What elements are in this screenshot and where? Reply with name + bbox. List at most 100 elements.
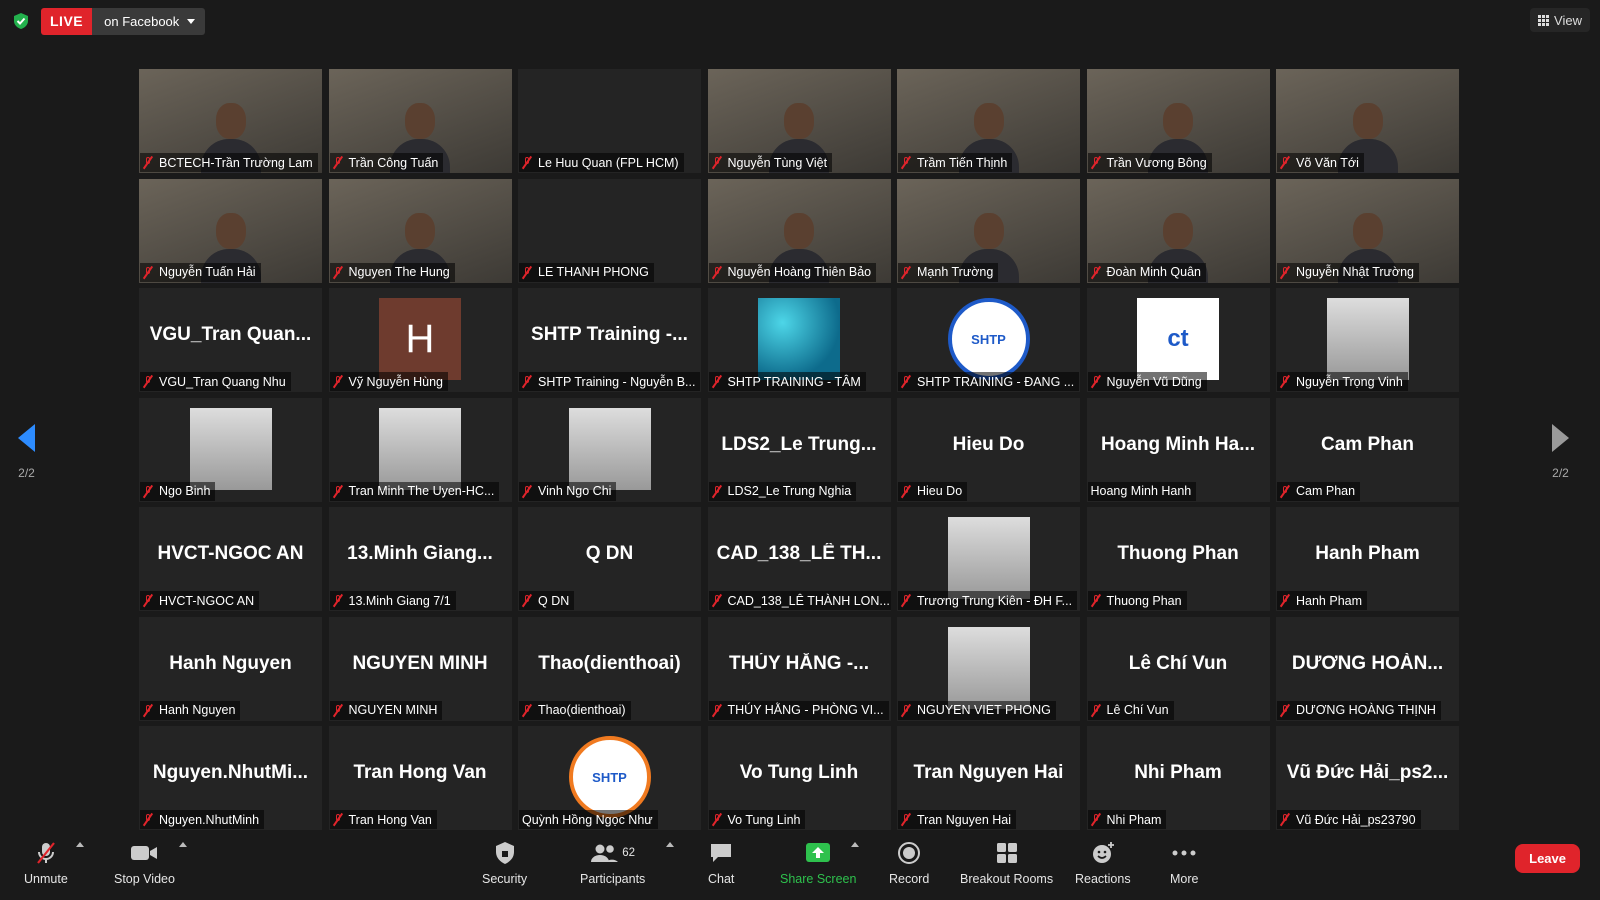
participant-tile[interactable]: Hoang Minh Ha... Hoang Minh Hanh xyxy=(1086,397,1270,502)
previous-page-button[interactable]: 2/2 xyxy=(18,424,35,480)
participant-tile[interactable]: Hieu Do Hieu Do xyxy=(897,397,1080,502)
participant-tile[interactable]: Nguyễn Trọng Vinh xyxy=(1276,288,1459,392)
participant-tile[interactable]: SHTP SHTP TRAINING - ĐANG ... xyxy=(897,288,1080,392)
participant-name: LDS2_Le Trung Nghia xyxy=(727,484,852,498)
participant-tile[interactable]: Nguyễn Tùng Việt xyxy=(707,69,891,173)
participant-tile[interactable]: Trầm Tiến Thịnh xyxy=(897,69,1080,173)
avatar-logo: ct xyxy=(1137,298,1219,380)
participant-name: Vũ Đức Hải_ps23790 xyxy=(1296,812,1416,827)
live-stream-indicator[interactable]: LIVE on Facebook xyxy=(41,8,206,35)
leave-button[interactable]: Leave xyxy=(1515,844,1580,873)
participant-name-label: DƯƠNG HOÀNG THỊNH xyxy=(1277,700,1441,720)
participants-button[interactable]: 62 Participants xyxy=(580,840,645,886)
share-screen-button[interactable]: Share Screen xyxy=(780,840,856,886)
participant-tile[interactable]: Vinh Ngo Chi xyxy=(518,397,701,502)
participant-tile[interactable]: SHTP TRAINING - TÂM xyxy=(707,288,891,392)
participant-tile[interactable]: Trần Vương Bông xyxy=(1086,69,1270,173)
stop-video-label: Stop Video xyxy=(114,872,175,886)
participant-tile[interactable]: Nhi Pham Nhi Pham xyxy=(1086,726,1270,830)
participant-tile[interactable]: SHTP Training -... SHTP Training - Nguyễn… xyxy=(518,288,701,392)
stop-video-button[interactable]: Stop Video xyxy=(114,840,175,886)
participant-tile[interactable]: Nguyễn Hoàng Thiên Bảo xyxy=(707,178,891,283)
live-badge: LIVE xyxy=(41,8,93,35)
view-button[interactable]: View xyxy=(1530,8,1590,32)
participant-tile[interactable]: LE THANH PHONG xyxy=(518,178,701,283)
participant-tile[interactable]: Tran Nguyen Hai Tran Nguyen Hai xyxy=(897,726,1080,830)
participant-name-label: Vinh Ngo Chi xyxy=(519,481,617,501)
participant-name: CAD_138_LÊ THÀNH LON... xyxy=(727,593,890,608)
participant-display-name: 13.Minh Giang... xyxy=(347,543,493,564)
participant-tile[interactable]: Nguyễn Tuấn Hải xyxy=(139,178,322,283)
participant-tile[interactable]: Thuong Phan Thuong Phan xyxy=(1086,507,1270,611)
page-indicator-left: 2/2 xyxy=(18,466,35,480)
reactions-button[interactable]: Reactions xyxy=(1075,840,1131,886)
participant-tile[interactable]: Lê Chí Vun Lê Chí Vun xyxy=(1086,616,1270,721)
participant-display-name: Vũ Đức Hải_ps2... xyxy=(1286,762,1449,783)
participant-tile[interactable]: Võ Văn Tới xyxy=(1276,69,1459,173)
more-button[interactable]: More xyxy=(1170,840,1198,886)
participants-options-chevron[interactable] xyxy=(666,842,674,847)
participant-tile[interactable]: Vũ Đức Hải_ps2... Vũ Đức Hải_ps23790 xyxy=(1276,726,1459,830)
participant-name: Vỹ Nguyễn Hùng xyxy=(348,374,444,389)
participant-tile[interactable]: Nguyễn Nhật Trường xyxy=(1276,178,1459,283)
participant-tile[interactable]: Mạnh Trường xyxy=(897,178,1080,283)
participant-tile[interactable]: VGU_Tran Quan... VGU_Tran Quang Nhu xyxy=(139,288,322,392)
video-options-chevron[interactable] xyxy=(179,842,187,847)
participant-display-name: Tran Nguyen Hai xyxy=(913,762,1064,783)
participant-name-label: Hanh Nguyen xyxy=(140,700,241,720)
participant-tile[interactable]: Hanh Pham Hanh Pham xyxy=(1276,507,1459,611)
participant-tile[interactable]: Thao(dienthoai) Thao(dienthoai) xyxy=(518,616,701,721)
record-button[interactable]: Record xyxy=(889,840,929,886)
participant-tile[interactable]: ct Nguyễn Vũ Dũng xyxy=(1086,288,1270,392)
arrow-left-icon xyxy=(18,424,35,452)
participant-tile[interactable]: CAD_138_LÊ TH... CAD_138_LÊ THÀNH LON... xyxy=(707,507,891,611)
live-destination-dropdown[interactable]: on Facebook xyxy=(92,8,206,35)
participant-tile[interactable]: Cam Phan Cam Phan xyxy=(1276,397,1459,502)
participants-count: 62 xyxy=(622,847,636,859)
participant-tile[interactable]: Nguyen The Hung xyxy=(328,178,512,283)
encryption-shield-icon[interactable] xyxy=(12,12,30,30)
participant-tile[interactable]: Trần Công Tuấn xyxy=(328,69,512,173)
participant-tile[interactable]: Hanh Nguyen Hanh Nguyen xyxy=(139,616,322,721)
participant-tile[interactable]: NGUYEN VIET PHONG xyxy=(897,616,1080,721)
participant-tile[interactable]: LDS2_Le Trung... LDS2_Le Trung Nghia xyxy=(707,397,891,502)
participant-name-label: Nguyễn Vũ Dũng xyxy=(1087,372,1207,391)
next-page-button[interactable]: 2/2 xyxy=(1552,424,1569,480)
participant-display-name: Lê Chí Vun xyxy=(1128,652,1228,674)
participant-tile[interactable]: Ngo Binh xyxy=(139,397,322,502)
participant-tile[interactable]: THÚY HẰNG -... THÚY HẰNG - PHÒNG VI... xyxy=(707,616,891,721)
participant-tile[interactable]: 13.Minh Giang... 13.Minh Giang 7/1 xyxy=(328,507,512,611)
participant-tile[interactable]: Trương Trung Kiên - ĐH F... xyxy=(897,507,1080,611)
participant-tile[interactable]: BCTECH-Trần Trường Lam xyxy=(139,69,322,173)
smiley-icon xyxy=(1090,840,1116,866)
participant-tile[interactable]: Q DN Q DN xyxy=(518,507,701,611)
participant-tile[interactable]: DƯƠNG HOÀN... DƯƠNG HOÀNG THỊNH xyxy=(1276,616,1459,721)
participant-name: Cam Phan xyxy=(1296,484,1356,498)
participant-tile[interactable]: SHTP Quỳnh Hồng Ngọc Như xyxy=(518,726,701,830)
participant-tile[interactable]: Tran Hong Van Tran Hong Van xyxy=(328,726,512,830)
participant-display-name: Cam Phan xyxy=(1321,433,1414,455)
participant-display-name: DƯƠNG HOÀN... xyxy=(1291,652,1444,674)
participant-name-label: Vũ Đức Hải_ps23790 xyxy=(1277,810,1421,829)
participant-tile[interactable]: H Vỹ Nguyễn Hùng xyxy=(328,288,512,392)
participant-name-label: Trần Công Tuấn xyxy=(329,153,444,172)
participant-tile[interactable]: NGUYEN MINH NGUYEN MINH xyxy=(328,616,512,721)
mic-muted-icon xyxy=(901,156,911,169)
security-button[interactable]: Security xyxy=(482,840,527,886)
mic-muted-icon xyxy=(143,375,153,388)
participant-display-name: VGU_Tran Quan... xyxy=(149,324,312,345)
participant-tile[interactable]: HVCT-NGOC AN HVCT-NGOC AN xyxy=(139,507,322,611)
unmute-button[interactable]: Unmute xyxy=(24,840,68,886)
mic-muted-icon xyxy=(143,594,153,607)
participant-tile[interactable]: Nguyen.NhutMi... Nguyen.NhutMinh xyxy=(139,726,322,830)
participant-tile[interactable]: Le Huu Quan (FPL HCM) xyxy=(518,69,701,173)
participants-icon: 62 xyxy=(590,840,635,866)
audio-options-chevron[interactable] xyxy=(76,842,84,847)
participant-tile[interactable]: Đoàn Minh Quân xyxy=(1086,178,1270,283)
participant-tile[interactable]: Tran Minh The Uyen-HC... xyxy=(328,397,512,502)
chat-button[interactable]: Chat xyxy=(708,840,734,886)
breakout-rooms-button[interactable]: Breakout Rooms xyxy=(960,840,1053,886)
participant-tile[interactable]: Vo Tung Linh Vo Tung Linh xyxy=(707,726,891,830)
mic-muted-icon xyxy=(333,813,343,826)
share-options-chevron[interactable] xyxy=(851,842,859,847)
